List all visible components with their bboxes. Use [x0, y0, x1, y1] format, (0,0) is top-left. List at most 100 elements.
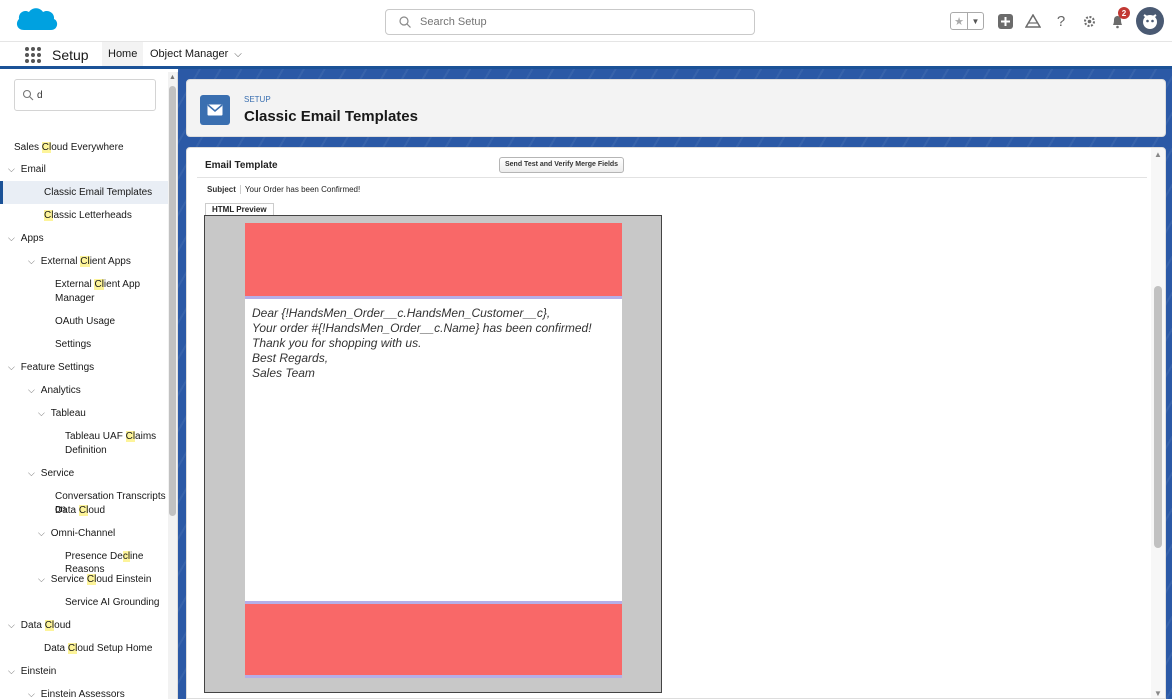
chevron-down-icon[interactable]: ⌵ [38, 527, 48, 540]
search-input[interactable] [420, 13, 740, 31]
sidebar-tree-item[interactable]: Definition [0, 444, 168, 457]
email-icon [200, 95, 230, 125]
trailhead-icon[interactable] [1024, 12, 1042, 30]
gear-icon[interactable] [1080, 12, 1098, 30]
search-match-highlight: Cl [86, 574, 97, 585]
sidebar-tree-node[interactable]: ⌵ Service Cloud Einstein [0, 573, 168, 586]
letterhead-footer [245, 601, 622, 678]
sidebar-tree-item[interactable]: Data Cloud [0, 504, 168, 517]
sidebar-tree-item[interactable]: Manager [0, 292, 168, 305]
sidebar-tree-node[interactable]: ⌵ Apps [0, 232, 168, 245]
chevron-down-icon[interactable]: ⌵ [8, 619, 18, 632]
tree-label: oud Setup Home [77, 643, 153, 654]
sidebar-tree-node[interactable]: ⌵ Data Cloud [0, 619, 168, 632]
sidebar-tree-item[interactable]: External Client App [0, 278, 168, 291]
tree-label: Tableau [50, 408, 86, 419]
tree-label: Email [20, 164, 46, 175]
chevron-down-icon[interactable]: ⌵ [8, 232, 18, 245]
favorites-star-icon[interactable]: ★ [951, 13, 967, 29]
chevron-down-icon[interactable]: ⌵ [28, 688, 38, 699]
scroll-up-icon[interactable]: ▲ [1154, 150, 1162, 159]
sidebar-tree-item[interactable]: Tableau UAF Claims [0, 430, 168, 443]
tree-label: Classic Email Templates [44, 187, 153, 198]
search-match-highlight: Cl [94, 279, 104, 290]
chevron-down-icon[interactable]: ⌵ [28, 467, 38, 480]
salesforce-logo[interactable] [14, 4, 60, 36]
subject-row: Subject Your Order has been Confirmed! [207, 185, 360, 199]
chevron-down-icon[interactable]: ⌵ [8, 361, 18, 374]
tree-label: Service [50, 574, 87, 585]
tree-label: ient Apps [89, 256, 131, 267]
sidebar-tree-item[interactable]: OAuth Usage [0, 315, 168, 328]
sidebar-tree-node[interactable]: ⌵ Email [0, 163, 168, 176]
setup-sidebar: Sales Cloud Everywhere ⌵ Email Classic Ema… [0, 72, 178, 699]
search-match-highlight: Cl [125, 431, 136, 442]
body-line: Your order #{!HandsMen_Order__c.Name} ha… [252, 321, 592, 335]
tab-object-manager[interactable]: Object Manager ⌵ [144, 42, 248, 66]
body-line: Thank you for shopping with us. [252, 336, 422, 350]
search-match-highlight: Cl [80, 256, 90, 267]
sidebar-tree-node[interactable]: ⌵ External Client Apps [0, 255, 168, 268]
sidebar-tree-node[interactable]: ⌵ Feature Settings [0, 361, 168, 374]
chevron-down-icon[interactable]: ⌵ [8, 665, 18, 678]
favorites-group: ★ ▼ [950, 12, 984, 30]
tree-label: Manager [55, 293, 95, 304]
chevron-down-icon[interactable]: ⌵ [38, 407, 48, 420]
tree-label: Data [20, 620, 45, 631]
favorites-dropdown-icon[interactable]: ▼ [967, 13, 983, 29]
scrollbar-thumb[interactable] [1154, 286, 1162, 548]
quick-find[interactable] [14, 79, 156, 111]
section-title: Email Template [205, 160, 278, 171]
tree-label: oud Einstein [96, 574, 152, 585]
sidebar-tree-node[interactable]: ⌵ Tableau [0, 407, 168, 420]
sidebar-tree-item[interactable]: Settings [0, 338, 168, 351]
search-icon [22, 89, 34, 101]
email-body: Dear {!HandsMen_Order__c.HandsMen_Custom… [245, 299, 622, 601]
sidebar-tree-node[interactable]: ⌵ Einstein Assessors [0, 688, 168, 699]
tree-label: assic Letterheads [53, 210, 132, 221]
sidebar-tree-node[interactable]: ⌵ Service [0, 467, 168, 480]
content-scrollbar[interactable]: ▲ ▼ [1151, 148, 1165, 698]
notification-badge: 2 [1118, 7, 1130, 19]
sidebar-tree-item[interactable]: Classic Letterheads [0, 209, 168, 222]
tree-label: Einstein [20, 666, 57, 677]
bell-icon[interactable]: 2 [1108, 7, 1130, 30]
scrollbar-thumb[interactable] [169, 86, 176, 516]
help-icon[interactable]: ? [1052, 12, 1070, 30]
avatar[interactable] [1136, 7, 1164, 35]
sidebar-tree-node[interactable]: ⌵ Analytics [0, 384, 168, 397]
sidebar-tree-node[interactable]: ⌵ Einstein [0, 665, 168, 678]
chevron-down-icon[interactable]: ⌵ [38, 573, 48, 586]
body-line: Sales Team [252, 366, 315, 380]
tree-label: Settings [55, 339, 92, 350]
chevron-down-icon[interactable]: ⌵ [28, 384, 38, 397]
sidebar-tree-item[interactable]: Sales Cloud Everywhere [0, 141, 168, 154]
tree-label: External [40, 256, 81, 267]
tree-label: aims [135, 431, 157, 442]
tree-label: Definition [65, 445, 107, 456]
sidebar-tree-item[interactable]: Service AI Grounding [0, 596, 168, 609]
chevron-down-icon[interactable]: ⌵ [8, 163, 18, 176]
sidebar-tree-item[interactable]: Data Cloud Setup Home [0, 642, 168, 655]
sidebar-tree-item[interactable]: Classic Email Templates [0, 181, 168, 204]
main-area: SETUP Classic Email Templates Email Temp… [178, 69, 1172, 699]
app-launcher-icon[interactable] [25, 47, 41, 63]
body-line: Best Regards, [252, 351, 329, 365]
app-name: Setup [52, 47, 89, 63]
quick-find-input[interactable] [37, 88, 147, 102]
scroll-up-icon[interactable]: ▲ [169, 74, 176, 81]
tree-label: Tableau UAF [65, 431, 126, 442]
tree-label: Omni-Channel [50, 528, 116, 539]
sidebar-scrollbar[interactable]: ▲ [168, 72, 177, 699]
scroll-down-icon[interactable]: ▼ [1154, 689, 1162, 698]
sidebar-tree-node[interactable]: ⌵ Omni-Channel [0, 527, 168, 540]
tree-label: Einstein Assessors [40, 689, 125, 699]
tab-home[interactable]: Home [102, 42, 144, 69]
tree-label: Service AI Grounding [65, 597, 160, 608]
chevron-down-icon[interactable]: ⌵ [28, 255, 38, 268]
tree-label: oud Everywhere [51, 142, 124, 153]
send-test-button[interactable]: Send Test and Verify Merge Fields [499, 157, 625, 173]
global-search[interactable] [385, 9, 755, 35]
tree-label: Data [44, 643, 68, 654]
global-add-icon[interactable] [996, 12, 1014, 30]
